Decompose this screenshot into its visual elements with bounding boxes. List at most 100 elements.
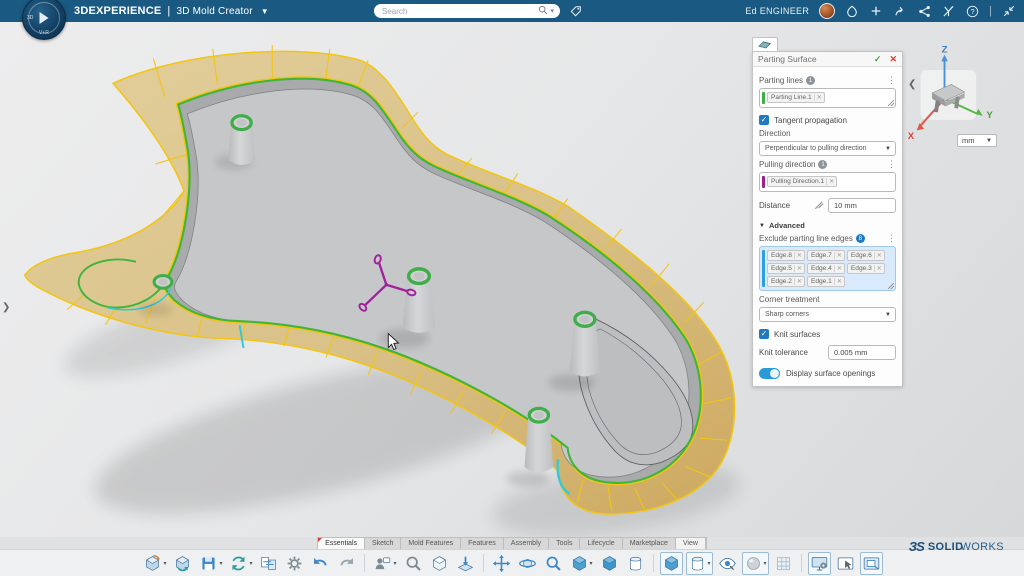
remove-chip-icon[interactable]: ✕: [874, 252, 882, 259]
exclude-edges-selection-box[interactable]: Edge.8✕Edge.7✕Edge.6✕Edge.5✕Edge.4✕Edge.…: [759, 246, 896, 291]
add-icon[interactable]: [869, 4, 883, 18]
edge-chip[interactable]: Edge.7✕: [807, 250, 845, 261]
left-panel-expander[interactable]: ❯: [2, 302, 10, 313]
transfer-document-button[interactable]: [257, 552, 280, 575]
resize-grip[interactable]: [888, 283, 894, 289]
section-view-button[interactable]: ▾: [686, 552, 713, 575]
undo-button[interactable]: [309, 552, 332, 575]
knit-tolerance-input[interactable]: [828, 345, 896, 360]
pulling-direction-chip[interactable]: Pulling Direction.1 ✕: [767, 176, 837, 187]
tab-essentials[interactable]: Essentials: [318, 538, 365, 549]
tangent-propagation-checkbox[interactable]: ✓: [759, 115, 769, 125]
remove-chip-icon[interactable]: ✕: [794, 278, 802, 285]
exclude-edges-menu-icon[interactable]: ⋮: [887, 234, 896, 243]
remove-chip-icon[interactable]: ✕: [834, 252, 842, 259]
search-box[interactable]: ▾: [374, 4, 560, 18]
tab-sketch[interactable]: Sketch: [365, 538, 401, 549]
remove-chip-icon[interactable]: ✕: [826, 178, 834, 185]
tab-view[interactable]: View: [676, 538, 706, 549]
collapse-window-icon[interactable]: [1002, 4, 1016, 18]
help-icon[interactable]: ?: [965, 4, 979, 18]
zoom-area-button[interactable]: [402, 552, 425, 575]
parting-lines-selection-box[interactable]: Parting Line.1 ✕: [759, 88, 896, 108]
selection-tools-button[interactable]: [834, 552, 857, 575]
display-settings-button[interactable]: [808, 552, 831, 575]
pulling-direction-menu-icon[interactable]: ⋮: [887, 160, 896, 169]
rotate-button[interactable]: [516, 552, 539, 575]
app-switcher[interactable]: 3DEXPERIENCE | 3D Mold Creator ▼: [74, 5, 269, 17]
edge-chip[interactable]: Edge.1✕: [807, 276, 845, 287]
dropdown-caret-icon[interactable]: ▾: [708, 560, 711, 567]
tab-assembly[interactable]: Assembly: [504, 538, 549, 549]
panel-tab-parting-surface[interactable]: [752, 37, 778, 51]
user-name[interactable]: Ed ENGINEER: [745, 6, 809, 16]
tag-icon[interactable]: [568, 4, 584, 18]
distance-input[interactable]: [828, 198, 896, 213]
cancel-button[interactable]: ✕: [889, 54, 897, 65]
remove-chip-icon[interactable]: ✕: [814, 94, 822, 101]
dropdown-caret-icon[interactable]: ▾: [163, 560, 166, 567]
platform-drop-icon[interactable]: [845, 4, 859, 18]
knit-surfaces-checkbox[interactable]: ✓: [759, 329, 769, 339]
pan-button[interactable]: [490, 552, 513, 575]
remove-chip-icon[interactable]: ✕: [834, 278, 842, 285]
wireframe-view-button[interactable]: [624, 552, 647, 575]
right-panel-collapser[interactable]: ❮: [908, 79, 916, 90]
capture-button[interactable]: [860, 552, 883, 575]
remove-chip-icon[interactable]: ✕: [834, 265, 842, 272]
render-style-button[interactable]: ▾: [742, 552, 769, 575]
ok-button[interactable]: ✓: [874, 54, 882, 65]
edge-chip[interactable]: Edge.4✕: [807, 263, 845, 274]
zoom-fit-button[interactable]: [542, 552, 565, 575]
shaded-view-button[interactable]: [598, 552, 621, 575]
remove-chip-icon[interactable]: ✕: [874, 265, 882, 272]
shaded-edges-view-button[interactable]: [660, 552, 683, 575]
tab-lifecycle[interactable]: Lifecycle: [580, 538, 622, 549]
dropdown-caret-icon[interactable]: ▾: [590, 560, 593, 567]
settings-gear-button[interactable]: [283, 552, 306, 575]
edge-chip[interactable]: Edge.8✕: [767, 250, 805, 261]
tab-marketplace[interactable]: Marketplace: [623, 538, 676, 549]
display-surface-openings-toggle[interactable]: [759, 368, 780, 379]
redo-button[interactable]: [335, 552, 358, 575]
advanced-section-header[interactable]: ▼ Advanced: [759, 221, 896, 230]
refresh-content-button[interactable]: [171, 552, 194, 575]
user-avatar[interactable]: [819, 3, 835, 19]
corner-treatment-dropdown[interactable]: Sharp corners ▼: [759, 307, 896, 322]
tab-mold-features[interactable]: Mold Features: [401, 538, 461, 549]
edge-chip[interactable]: Edge.2✕: [767, 276, 805, 287]
dropdown-caret-icon[interactable]: ▾: [764, 560, 767, 567]
parting-lines-menu-icon[interactable]: ⋮: [887, 76, 896, 85]
share-button[interactable]: ▾: [371, 552, 398, 575]
view-modes-button[interactable]: ▾: [568, 552, 595, 575]
resize-grip[interactable]: [888, 100, 894, 106]
search-icon[interactable]: [538, 2, 548, 20]
synchronize-button[interactable]: ▾: [227, 552, 254, 575]
pulling-direction-selection-box[interactable]: Pulling Direction.1 ✕: [759, 172, 896, 192]
remove-chip-icon[interactable]: ✕: [794, 252, 802, 259]
remove-chip-icon[interactable]: ✕: [794, 265, 802, 272]
new-content-button[interactable]: ▾: [141, 552, 168, 575]
units-dropdown[interactable]: mm ▼: [957, 134, 997, 147]
direction-dropdown[interactable]: Perpendicular to pulling direction ▼: [759, 141, 896, 156]
search-scope-chevron-icon[interactable]: ▾: [550, 7, 554, 15]
dropdown-caret-icon[interactable]: ▾: [219, 560, 222, 567]
iso-view-button[interactable]: [428, 552, 451, 575]
chevron-down-icon[interactable]: ▼: [261, 7, 269, 16]
dimension-icon[interactable]: [815, 200, 824, 211]
visibility-button[interactable]: [716, 552, 739, 575]
save-button[interactable]: ▾: [197, 552, 224, 575]
dropdown-caret-icon[interactable]: ▾: [249, 560, 252, 567]
tab-features[interactable]: Features: [461, 538, 504, 549]
swym-icon[interactable]: [941, 4, 955, 18]
parting-line-chip[interactable]: Parting Line.1 ✕: [767, 92, 825, 103]
orientation-triad[interactable]: Z X Y: [908, 45, 994, 142]
tab-tools[interactable]: Tools: [549, 538, 580, 549]
edge-chip[interactable]: Edge.6✕: [847, 250, 885, 261]
share-network-icon[interactable]: [917, 4, 931, 18]
search-input[interactable]: [382, 7, 538, 16]
grid-button[interactable]: [772, 552, 795, 575]
share-arrow-icon[interactable]: [893, 4, 907, 18]
edge-chip[interactable]: Edge.5✕: [767, 263, 805, 274]
edge-chip[interactable]: Edge.3✕: [847, 263, 885, 274]
